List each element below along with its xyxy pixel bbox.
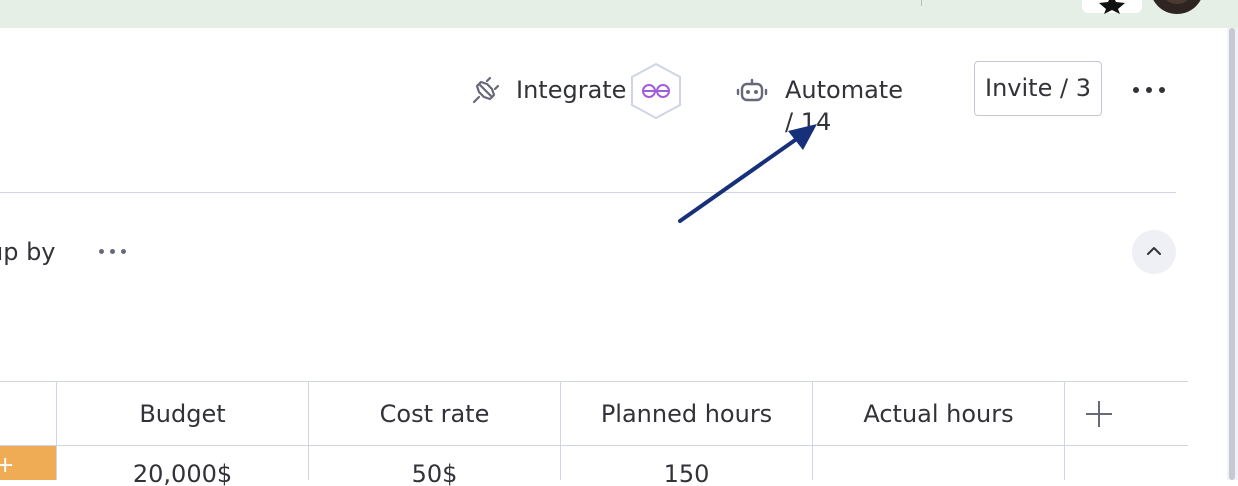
cell-budget[interactable]: 20,000$ — [57, 446, 308, 486]
add-column-button[interactable] — [1086, 401, 1112, 427]
invite-button[interactable]: Invite / 3 — [974, 61, 1102, 116]
scrollbar-thumb[interactable] — [1229, 28, 1235, 480]
cell-planned-hours[interactable]: 150 — [561, 446, 812, 486]
plug-icon[interactable] — [470, 76, 500, 106]
user-avatar[interactable] — [1150, 0, 1204, 14]
plus-icon: + — [0, 453, 15, 478]
more-horizontal-icon[interactable] — [1130, 80, 1168, 100]
top-bar-separator — [921, 0, 922, 6]
chevron-up-icon — [1147, 247, 1161, 255]
header-divider — [0, 192, 1176, 193]
star-icon — [1099, 0, 1125, 14]
column-header-cost-rate[interactable]: Cost rate — [309, 381, 560, 445]
scrollbar[interactable] — [1227, 28, 1238, 480]
column-header-actual-hours[interactable]: Actual hours — [813, 381, 1064, 445]
column-header-budget[interactable]: Budget — [57, 381, 308, 445]
toolbar-more-icon[interactable] — [96, 244, 130, 260]
bookmark-star-button[interactable] — [1082, 0, 1142, 14]
robot-icon[interactable] — [736, 76, 768, 106]
column-divider — [1064, 381, 1065, 480]
collapse-header-button[interactable] — [1132, 230, 1176, 274]
infinity-hexagon-icon[interactable] — [629, 62, 683, 120]
column-header-planned-hours[interactable]: Planned hours — [561, 381, 812, 445]
integrate-button[interactable]: Integrate — [516, 74, 626, 106]
automate-button[interactable]: Automate / 14 — [785, 74, 903, 138]
status-cell[interactable]: + — [0, 446, 56, 480]
group-by-button[interactable]: up by — [0, 236, 56, 268]
cell-cost-rate[interactable]: 50$ — [309, 446, 560, 486]
browser-top-bar — [0, 0, 1238, 28]
cell-actual-hours[interactable] — [813, 446, 1064, 486]
